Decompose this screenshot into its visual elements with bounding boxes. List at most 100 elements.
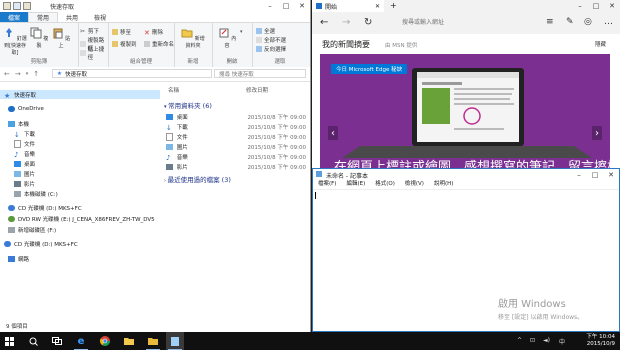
hide-feed-button[interactable]: 隱藏: [595, 40, 606, 48]
nav-item-pictures[interactable]: 圖片: [0, 169, 170, 178]
nav-item-videos[interactable]: 影片: [0, 179, 170, 188]
forward-arrow-icon[interactable]: →: [15, 70, 21, 79]
chevron-right-icon[interactable]: ›: [592, 126, 602, 140]
properties-button[interactable]: 內容: [216, 27, 238, 49]
minimize-button[interactable]: –: [262, 0, 278, 12]
task-view-button[interactable]: [48, 332, 66, 350]
close-button[interactable]: ✕: [603, 169, 619, 180]
chevron-down-icon[interactable]: ▾: [26, 70, 29, 79]
search-input[interactable]: 搜尋 快速存取: [219, 70, 254, 78]
nav-item-cd-drive-d-root[interactable]: CD 光碟機 (D:) MKS+FC: [0, 239, 160, 248]
frequent-folders-header[interactable]: ▾ 常用資料夾 (6): [164, 100, 212, 110]
taskbar-notepad[interactable]: [166, 332, 184, 350]
menu-edit[interactable]: 編輯(E): [341, 180, 370, 189]
address-box[interactable]: ★ 快速存取: [52, 69, 212, 78]
nav-item-downloads[interactable]: ↓ 下載: [0, 129, 170, 139]
close-tab-icon[interactable]: ✕: [375, 3, 380, 10]
folder-icon[interactable]: [3, 2, 11, 10]
tray-chevron-icon[interactable]: ^: [517, 337, 522, 344]
maximize-button[interactable]: □: [587, 169, 603, 180]
taskbar-explorer[interactable]: [120, 332, 138, 350]
pin-button[interactable]: 釘選到[快速存取]: [2, 27, 28, 56]
taskbar-edge[interactable]: e: [72, 332, 90, 350]
nav-item-music[interactable]: ♪ 音樂: [0, 149, 170, 159]
nav-item-this-pc[interactable]: 本機: [0, 119, 164, 128]
paste-shortcut-button[interactable]: 貼上捷徑: [80, 45, 108, 61]
forward-arrow-icon[interactable]: →: [342, 17, 350, 28]
list-item[interactable]: 桌面 2015/10/8 下午 09:00: [166, 112, 306, 121]
invert-selection-button[interactable]: 反向選擇: [256, 45, 286, 53]
network-tray-icon[interactable]: ⊡: [530, 337, 535, 344]
menu-format[interactable]: 格式(O): [370, 180, 400, 189]
back-arrow-icon[interactable]: ←: [4, 70, 10, 79]
chevron-left-icon[interactable]: ‹: [328, 126, 338, 140]
tab-home[interactable]: 常用: [28, 11, 59, 23]
recent-files-header[interactable]: › 最近使用過的檔案 (3): [164, 174, 231, 184]
nav-item-local-disk-c[interactable]: 本機磁碟 (C:): [0, 189, 170, 198]
reading-list-icon[interactable]: ≡: [546, 17, 554, 27]
close-button[interactable]: ✕: [294, 0, 310, 12]
item-date: 2015/10/8 下午 09:00: [247, 164, 306, 171]
select-all-button[interactable]: 全選: [256, 27, 275, 35]
start-button[interactable]: [0, 332, 18, 350]
maximize-button[interactable]: □: [588, 0, 604, 12]
nav-item-documents[interactable]: 文件: [0, 139, 170, 148]
maximize-button[interactable]: □: [278, 0, 294, 12]
share-icon[interactable]: ◎: [584, 17, 592, 27]
properties-icon[interactable]: [13, 2, 21, 10]
refresh-icon[interactable]: ↻: [364, 17, 372, 28]
cut-button[interactable]: ✂ 剪下: [80, 27, 99, 35]
nav-item-cd-drive-d[interactable]: CD 光碟機 (D:) MKS+FC: [0, 203, 164, 212]
rename-button[interactable]: 重新命名: [144, 40, 174, 48]
nav-item-onedrive[interactable]: OneDrive: [0, 104, 164, 113]
taskbar-explorer-active[interactable]: [144, 332, 162, 350]
column-header-name[interactable]: 名稱: [168, 86, 179, 94]
nav-item-quick-access[interactable]: ★ 快速存取: [0, 90, 160, 100]
list-item[interactable]: ↓ 下載 2015/10/8 下午 09:00: [166, 122, 306, 132]
menu-view[interactable]: 檢視(V): [400, 180, 429, 189]
url-input[interactable]: 搜尋或輸入網址: [402, 17, 444, 26]
tab-file[interactable]: 檔案: [0, 12, 29, 22]
menu-help[interactable]: 說明(H): [429, 180, 458, 189]
nav-item-network[interactable]: 網路: [0, 254, 164, 263]
list-item[interactable]: 文件 2015/10/8 下午 09:00: [166, 132, 306, 141]
taskbar-chrome[interactable]: [96, 332, 114, 350]
new-tab-button[interactable]: +: [390, 1, 397, 10]
up-arrow-icon[interactable]: ↑: [33, 70, 39, 79]
search-button[interactable]: [24, 332, 42, 350]
more-icon[interactable]: …: [604, 17, 613, 27]
back-arrow-icon[interactable]: ←: [320, 17, 328, 28]
nav-item-dvd-drive-e[interactable]: DVD RW 光碟機 (E:) J_CENA_X86FREV_ZH-TW_DV5: [0, 214, 164, 223]
select-none-button[interactable]: 全部不選: [256, 36, 286, 44]
nav-item-desktop[interactable]: 桌面: [0, 159, 170, 168]
minimize-button[interactable]: –: [572, 0, 588, 12]
menu-file[interactable]: 檔案(F): [313, 180, 341, 189]
delete-button[interactable]: ✕ 刪除: [144, 28, 163, 37]
tab-view[interactable]: 檢視: [86, 12, 114, 22]
cloud-icon: [8, 105, 15, 112]
nav-item-label: 圖片: [24, 171, 36, 178]
hero-banner[interactable]: 今日 Microsoft Edge 秘訣 ‹ › 在網頁上標註或繪圖、感想撰寫的…: [320, 54, 610, 168]
new-folder-icon[interactable]: [23, 2, 31, 10]
new-folder-button[interactable]: 新增資料夾: [180, 27, 206, 49]
copy-button[interactable]: 複製: [28, 27, 50, 49]
input-method-icon[interactable]: 中: [559, 337, 565, 346]
nav-item-volume-f[interactable]: 新增磁碟區 (F:): [0, 225, 164, 234]
web-note-icon[interactable]: ✎: [566, 17, 574, 27]
tab-share[interactable]: 共用: [58, 12, 86, 22]
volume-icon[interactable]: ◄): [543, 337, 550, 344]
open-dropdown-icon[interactable]: ▾: [240, 29, 243, 35]
taskbar-clock[interactable]: 下午 10:04 2015/10/9: [586, 334, 615, 348]
tab-start[interactable]: 開始 ✕: [312, 0, 384, 12]
close-button[interactable]: ✕: [604, 0, 620, 12]
paste-button[interactable]: 貼上: [50, 27, 72, 49]
column-header-modified[interactable]: 修改日期: [246, 86, 268, 94]
drive-icon: [8, 226, 15, 233]
search-box[interactable]: 搜尋 快速存取: [214, 69, 306, 78]
move-to-button[interactable]: 移至: [112, 28, 131, 36]
list-item[interactable]: 影片 2015/10/8 下午 09:00: [166, 162, 306, 171]
copy-to-button[interactable]: 複製到: [112, 40, 137, 48]
list-item[interactable]: 圖片 2015/10/8 下午 09:00: [166, 142, 306, 151]
minimize-button[interactable]: –: [571, 169, 587, 180]
list-item[interactable]: ♪ 音樂 2015/10/8 下午 09:00: [166, 152, 306, 162]
